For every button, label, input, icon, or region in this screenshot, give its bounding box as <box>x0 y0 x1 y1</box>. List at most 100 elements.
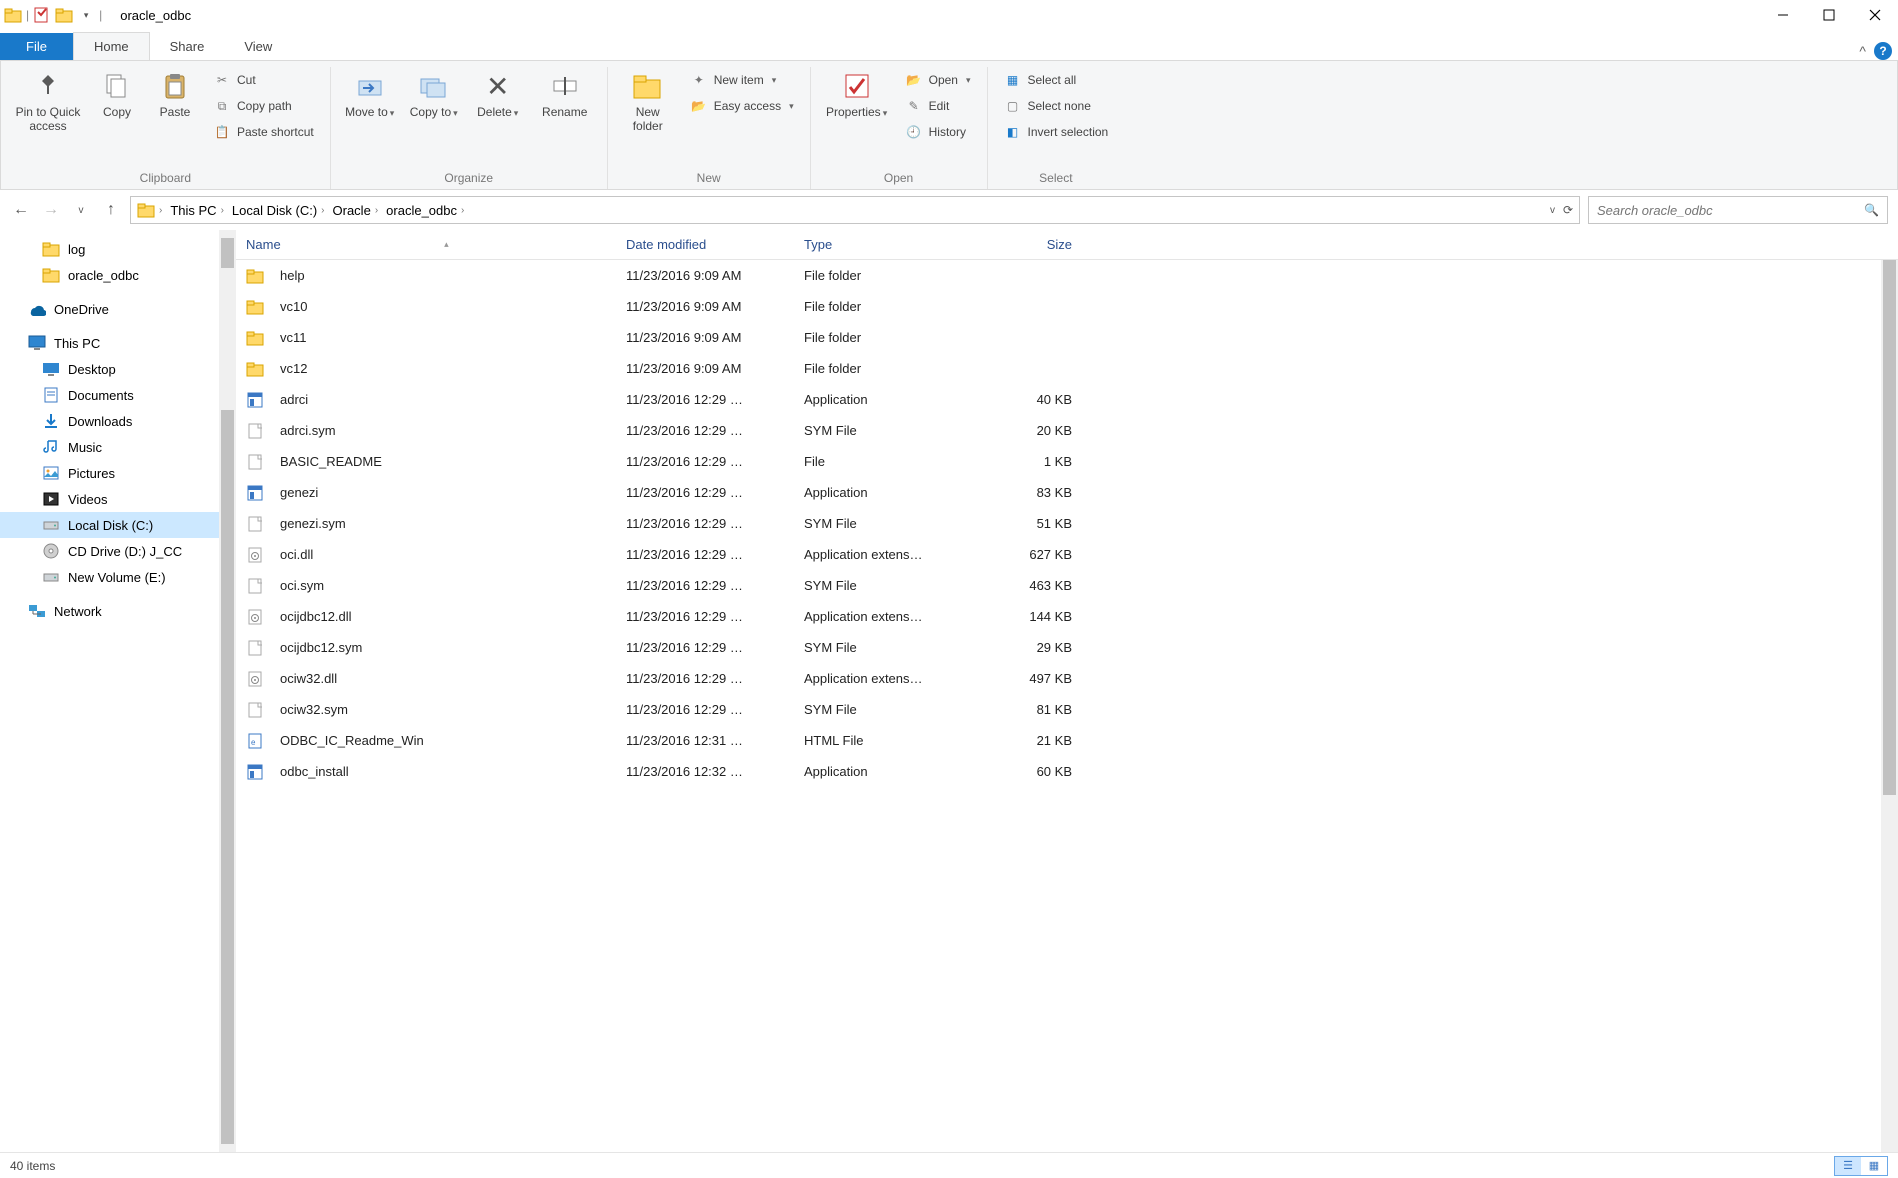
breadcrumb[interactable]: oracle_odbc› <box>382 203 468 218</box>
nav-thispc-item[interactable]: Music <box>0 434 236 460</box>
file-row[interactable]: ocijdbc12.dll11/23/2016 12:29 …Applicati… <box>236 601 1898 632</box>
nav-thispc-item[interactable]: Local Disk (C:) <box>0 512 236 538</box>
file-icon <box>246 515 264 533</box>
pasteshortcut-button[interactable]: 📋Paste shortcut <box>209 121 318 143</box>
copyto-icon <box>417 69 451 103</box>
nav-thispc-item[interactable]: New Volume (E:) <box>0 564 236 590</box>
thumbnails-view-button[interactable]: ▦ <box>1861 1157 1887 1175</box>
nav-thispc-item[interactable]: Desktop <box>0 356 236 382</box>
qat-properties-icon[interactable] <box>33 6 51 24</box>
address-bar[interactable]: › This PC›Local Disk (C:)›Oracle›oracle_… <box>130 196 1580 224</box>
nav-scrollbar[interactable] <box>219 230 236 1152</box>
nav-thispc-item[interactable]: CD Drive (D:) J_CC <box>0 538 236 564</box>
tab-home[interactable]: Home <box>73 32 150 60</box>
file-row[interactable]: vc1011/23/2016 9:09 AMFile folder <box>236 291 1898 322</box>
copyto-button[interactable]: Copy to▾ <box>407 67 461 120</box>
file-row[interactable]: odbc_install11/23/2016 12:32 …Applicatio… <box>236 756 1898 787</box>
newitem-button[interactable]: ✦New item▾ <box>686 69 798 91</box>
close-button[interactable] <box>1852 0 1898 30</box>
search-box[interactable]: 🔍 <box>1588 196 1888 224</box>
col-date[interactable]: Date modified <box>616 237 794 252</box>
nav-quick-item[interactable]: log <box>0 236 236 262</box>
tab-file[interactable]: File <box>0 33 73 60</box>
nav-up-button[interactable]: ↑ <box>100 199 122 221</box>
selectnone-button[interactable]: ▢Select none <box>1000 95 1113 117</box>
file-row[interactable]: adrci.sym11/23/2016 12:29 …SYM File20 KB <box>236 415 1898 446</box>
file-row[interactable]: genezi.sym11/23/2016 12:29 …SYM File51 K… <box>236 508 1898 539</box>
search-input[interactable] <box>1597 203 1864 218</box>
nav-back-button[interactable]: ← <box>10 199 32 221</box>
newfolder-button[interactable]: New folder <box>620 67 676 133</box>
nav-thispc[interactable]: This PC <box>0 330 236 356</box>
nav-thispc-item[interactable]: Pictures <box>0 460 236 486</box>
file-row[interactable]: eODBC_IC_Readme_Win11/23/2016 12:31 …HTM… <box>236 725 1898 756</box>
documents-icon <box>42 386 60 404</box>
nav-quick-item[interactable]: oracle_odbc <box>0 262 236 288</box>
invertselection-icon: ◧ <box>1004 123 1022 141</box>
breadcrumb[interactable]: This PC› <box>166 203 228 218</box>
pasteshortcut-icon: 📋 <box>213 123 231 141</box>
search-icon[interactable]: 🔍 <box>1864 203 1879 217</box>
tab-share[interactable]: Share <box>150 33 225 60</box>
nav-thispc-item[interactable]: Videos <box>0 486 236 512</box>
invertselection-button[interactable]: ◧Invert selection <box>1000 121 1113 143</box>
tab-view[interactable]: View <box>224 33 292 60</box>
paste-button[interactable]: Paste <box>151 67 199 119</box>
qat-newfolder-icon[interactable] <box>55 6 73 24</box>
breadcrumb[interactable]: Local Disk (C:)› <box>228 203 329 218</box>
edit-button[interactable]: ✎Edit <box>901 95 975 117</box>
file-row[interactable]: vc1111/23/2016 9:09 AMFile folder <box>236 322 1898 353</box>
open-button[interactable]: 📂Open▾ <box>901 69 975 91</box>
col-size[interactable]: Size <box>972 237 1082 252</box>
collapse-ribbon-icon[interactable]: ^ <box>1859 43 1866 59</box>
nav-recent-button[interactable]: v <box>70 199 92 221</box>
details-view-button[interactable]: ☰ <box>1835 1157 1861 1175</box>
selectall-icon: ▦ <box>1004 71 1022 89</box>
minimize-button[interactable] <box>1760 0 1806 30</box>
nav-network[interactable]: Network <box>0 598 236 624</box>
group-organize: Move to▾ Copy to▾ ✕ Delete▾ Rename Organ… <box>331 67 608 189</box>
disk-icon <box>42 516 60 534</box>
file-row[interactable]: adrci11/23/2016 12:29 …Application40 KB <box>236 384 1898 415</box>
file-row[interactable]: genezi11/23/2016 12:29 …Application83 KB <box>236 477 1898 508</box>
breadcrumb[interactable]: Oracle› <box>329 203 383 218</box>
file-scrollbar[interactable] <box>1881 260 1898 1152</box>
monitor-icon <box>28 334 46 352</box>
qat-dropdown-icon[interactable]: ▾ <box>77 6 95 24</box>
file-row[interactable]: ocijdbc12.sym11/23/2016 12:29 …SYM File2… <box>236 632 1898 663</box>
dll-icon <box>246 670 264 688</box>
history-button[interactable]: 🕘History <box>901 121 975 143</box>
file-row[interactable]: oci.sym11/23/2016 12:29 …SYM File463 KB <box>236 570 1898 601</box>
file-row[interactable]: ociw32.dll11/23/2016 12:29 …Application … <box>236 663 1898 694</box>
nav-forward-button[interactable]: → <box>40 199 62 221</box>
folder-icon <box>137 201 155 219</box>
file-row[interactable]: ociw32.sym11/23/2016 12:29 …SYM File81 K… <box>236 694 1898 725</box>
easyaccess-button[interactable]: 📂Easy access▾ <box>686 95 798 117</box>
refresh-button[interactable]: ⟳ <box>1563 203 1573 217</box>
app-icon <box>246 763 264 781</box>
col-type[interactable]: Type <box>794 237 972 252</box>
properties-button[interactable]: Properties▾ <box>823 67 891 120</box>
help-icon[interactable]: ? <box>1874 42 1892 60</box>
copypath-button[interactable]: ⧉Copy path <box>209 95 318 117</box>
maximize-button[interactable] <box>1806 0 1852 30</box>
copypath-icon: ⧉ <box>213 97 231 115</box>
file-row[interactable]: BASIC_README11/23/2016 12:29 …File1 KB <box>236 446 1898 477</box>
file-row[interactable]: vc1211/23/2016 9:09 AMFile folder <box>236 353 1898 384</box>
nav-thispc-item[interactable]: Documents <box>0 382 236 408</box>
rename-button[interactable]: Rename <box>535 67 595 119</box>
file-row[interactable]: oci.dll11/23/2016 12:29 …Application ext… <box>236 539 1898 570</box>
copy-button[interactable]: Copy <box>93 67 141 119</box>
status-item-count: 40 items <box>10 1159 55 1173</box>
address-dropdown-icon[interactable]: v <box>1550 205 1555 216</box>
col-name[interactable]: Name▴ <box>236 237 616 252</box>
group-new: New folder ✦New item▾ 📂Easy access▾ New <box>608 67 811 189</box>
moveto-button[interactable]: Move to▾ <box>343 67 397 120</box>
file-row[interactable]: help11/23/2016 9:09 AMFile folder <box>236 260 1898 291</box>
delete-button[interactable]: ✕ Delete▾ <box>471 67 525 120</box>
nav-onedrive[interactable]: OneDrive <box>0 296 236 322</box>
nav-thispc-item[interactable]: Downloads <box>0 408 236 434</box>
selectall-button[interactable]: ▦Select all <box>1000 69 1113 91</box>
cut-button[interactable]: ✂Cut <box>209 69 318 91</box>
pin-button[interactable]: Pin to Quick access <box>13 67 83 133</box>
